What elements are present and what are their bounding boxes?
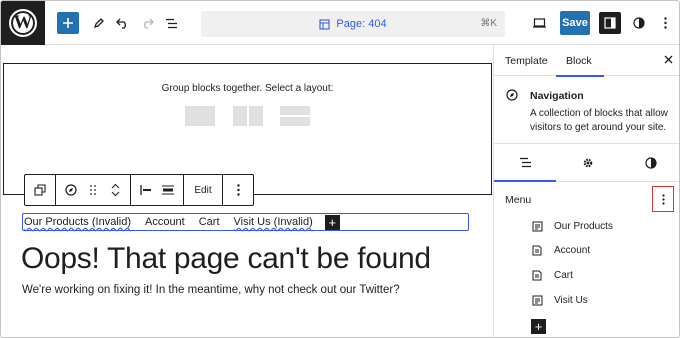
align-wide-icon	[162, 185, 174, 195]
move-up-down-button[interactable]	[104, 176, 126, 204]
tab-settings[interactable]	[557, 144, 619, 181]
justify-button[interactable]	[135, 176, 157, 204]
wordpress-logo[interactable]: W	[1, 1, 45, 45]
list-view-button[interactable]	[162, 11, 180, 35]
compass-icon	[506, 89, 518, 101]
compass-icon	[65, 184, 77, 196]
styles-icon	[645, 156, 657, 169]
editor-header: W Page: 404 ⌘K Save	[1, 1, 679, 45]
menu-item-our-products[interactable]: Our Products	[532, 218, 613, 234]
pen-icon	[93, 18, 104, 29]
preview-button[interactable]	[530, 11, 548, 35]
layout-row-option[interactable]	[233, 106, 247, 126]
settings-toggle-button[interactable]	[599, 12, 621, 34]
toolbar-options-group	[223, 175, 253, 205]
drag-handle[interactable]	[82, 176, 104, 204]
layout-row-option-2[interactable]	[249, 106, 263, 126]
more-vertical-icon	[661, 193, 665, 205]
menu-item-label: Our Products	[554, 220, 613, 232]
custom-link-icon	[532, 295, 544, 306]
plus-icon	[63, 18, 73, 28]
toolbar-align-group	[131, 175, 184, 205]
options-button[interactable]	[658, 11, 672, 35]
layout-stack-option[interactable]	[280, 106, 310, 115]
page-icon	[532, 270, 544, 281]
menu-item-label: Visit Us	[554, 294, 588, 306]
align-button[interactable]	[157, 176, 179, 204]
tab-list-view[interactable]	[494, 144, 556, 182]
desktop-icon	[532, 18, 546, 28]
nav-link-account[interactable]: Account	[145, 216, 185, 228]
more-vertical-icon	[663, 17, 667, 29]
add-nav-item-button[interactable]: +	[324, 214, 340, 230]
block-card: Navigation A collection of blocks that a…	[494, 76, 679, 133]
block-type-button[interactable]	[60, 176, 82, 204]
menu-item-cart[interactable]: Cart	[532, 267, 573, 283]
group-placeholder-text: Group blocks together. Select a layout:	[161, 83, 334, 94]
add-menu-item-button[interactable]: +	[531, 319, 546, 334]
editor-canvas: Group blocks together. Select a layout:	[1, 45, 493, 337]
block-card-title: Navigation	[530, 90, 584, 102]
layout-group-option[interactable]	[185, 106, 215, 126]
site-editor-window: W Page: 404 ⌘K Save Group blocks togethe…	[0, 0, 680, 338]
command-palette-button[interactable]: Page: 404 ⌘K	[201, 11, 505, 37]
save-button[interactable]: Save	[560, 11, 590, 35]
menu-item-label: Account	[554, 244, 591, 256]
block-inspector-tabs	[494, 143, 679, 182]
page-paragraph[interactable]: We're working on fixing it! In the meant…	[22, 284, 400, 296]
select-parent-button[interactable]	[29, 176, 51, 204]
menu-item-visit-us[interactable]: Visit Us	[532, 292, 588, 308]
command-shortcut: ⌘K	[480, 18, 497, 29]
page-heading[interactable]: Oops! That page can't be found	[21, 242, 431, 276]
edit-button[interactable]: Edit	[188, 176, 218, 204]
nav-link-cart[interactable]: Cart	[199, 216, 220, 228]
undo-icon	[115, 18, 126, 29]
toolbar-edit-group: Edit	[184, 175, 223, 205]
toolbar-block-group	[56, 175, 131, 205]
block-options-button[interactable]	[227, 176, 249, 204]
menu-item-account[interactable]: Account	[532, 242, 590, 258]
command-palette-label: Page: 404	[336, 18, 387, 30]
undo-button[interactable]	[113, 11, 131, 35]
drag-icon	[90, 185, 96, 195]
nav-link-our-products[interactable]: Our Products (Invalid)	[24, 216, 131, 228]
styles-icon	[633, 17, 645, 29]
list-view-icon	[519, 157, 531, 168]
layout-stack-option-2[interactable]	[280, 117, 310, 126]
page-icon	[532, 245, 544, 256]
list-view-icon	[165, 18, 177, 28]
gear-icon	[583, 158, 593, 167]
sidebar-icon	[604, 17, 616, 29]
tools-button[interactable]	[89, 11, 109, 35]
block-toolbar: Edit	[24, 174, 254, 206]
tab-template[interactable]: Template	[505, 45, 548, 76]
close-icon	[664, 55, 673, 64]
menu-item-label: Cart	[554, 269, 573, 281]
justify-left-icon	[140, 185, 151, 195]
custom-link-icon	[532, 221, 544, 232]
sidebar-tabs: Template Block	[494, 45, 679, 77]
chevron-up-down-icon	[111, 183, 119, 197]
tab-block[interactable]: Block	[556, 45, 604, 77]
nav-link-visit-us[interactable]: Visit Us (Invalid)	[234, 216, 313, 228]
redo-icon	[143, 18, 154, 29]
copy-icon	[34, 184, 46, 196]
menu-options-button[interactable]	[652, 186, 674, 212]
toolbar-parent-group	[25, 175, 56, 205]
more-vertical-icon	[236, 184, 240, 196]
menu-section-label: Menu	[505, 194, 532, 206]
close-sidebar-button[interactable]	[664, 53, 673, 67]
page-icon	[319, 18, 330, 30]
styles-button[interactable]	[631, 11, 647, 35]
redo-button[interactable]	[138, 11, 156, 35]
navigation-block[interactable]: Our Products (Invalid) Account Cart Visi…	[22, 213, 469, 231]
block-card-description: A collection of blocks that allow visito…	[530, 108, 668, 133]
add-block-button[interactable]	[57, 12, 79, 34]
settings-sidebar: Template Block Navigation A collection o…	[493, 45, 679, 337]
wordpress-w-icon: W	[9, 9, 37, 37]
tab-styles[interactable]	[620, 144, 679, 181]
